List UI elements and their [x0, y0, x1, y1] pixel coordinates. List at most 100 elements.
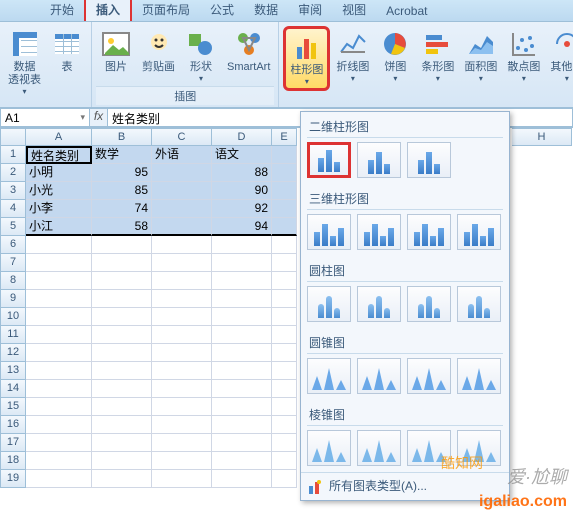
smartart-button[interactable]: SmartArt: [223, 26, 274, 76]
cell-C15[interactable]: [152, 398, 212, 416]
row-header-18[interactable]: 18: [0, 452, 26, 470]
cell-A1[interactable]: 姓名类别: [26, 146, 92, 164]
bar-chart-button[interactable]: 条形图▾: [417, 26, 458, 85]
cell-E4[interactable]: [272, 200, 297, 218]
chart-type-thumb[interactable]: [307, 430, 351, 466]
cell-C14[interactable]: [152, 380, 212, 398]
cell-A10[interactable]: [26, 308, 92, 326]
cell-D5[interactable]: 94: [212, 218, 272, 236]
chart-type-thumb[interactable]: [407, 286, 451, 322]
cell-E7[interactable]: [272, 254, 297, 272]
cell-E5[interactable]: [272, 218, 297, 236]
row-header-11[interactable]: 11: [0, 326, 26, 344]
chart-type-thumb[interactable]: [457, 358, 501, 394]
cell-E6[interactable]: [272, 236, 297, 254]
chevron-down-icon[interactable]: ▾: [80, 112, 85, 123]
cell-A17[interactable]: [26, 434, 92, 452]
all-chart-types-button[interactable]: 所有图表类型(A)...: [301, 472, 509, 498]
chart-type-thumb[interactable]: [407, 142, 451, 178]
column-header-D[interactable]: D: [212, 128, 272, 146]
cell-A14[interactable]: [26, 380, 92, 398]
cell-B18[interactable]: [92, 452, 152, 470]
cell-B6[interactable]: [92, 236, 152, 254]
cell-D8[interactable]: [212, 272, 272, 290]
cell-D1[interactable]: 语文: [212, 146, 272, 164]
cell-B19[interactable]: [92, 470, 152, 488]
cell-B11[interactable]: [92, 326, 152, 344]
cell-D15[interactable]: [212, 398, 272, 416]
cell-A16[interactable]: [26, 416, 92, 434]
cell-D16[interactable]: [212, 416, 272, 434]
cell-E19[interactable]: [272, 470, 297, 488]
row-header-2[interactable]: 2: [0, 164, 26, 182]
scatter-chart-button[interactable]: 散点图▾: [503, 26, 544, 85]
cell-C16[interactable]: [152, 416, 212, 434]
cell-B15[interactable]: [92, 398, 152, 416]
cell-C11[interactable]: [152, 326, 212, 344]
cell-E14[interactable]: [272, 380, 297, 398]
cell-E16[interactable]: [272, 416, 297, 434]
cell-D6[interactable]: [212, 236, 272, 254]
cell-A19[interactable]: [26, 470, 92, 488]
tab-开始[interactable]: 开始: [40, 0, 84, 21]
cell-E11[interactable]: [272, 326, 297, 344]
fx-icon[interactable]: fx: [90, 108, 108, 127]
tab-公式[interactable]: 公式: [200, 0, 244, 21]
row-header-10[interactable]: 10: [0, 308, 26, 326]
cell-A18[interactable]: [26, 452, 92, 470]
cell-C4[interactable]: [152, 200, 212, 218]
name-box[interactable]: A1 ▾: [0, 108, 90, 127]
row-header-1[interactable]: 1: [0, 146, 26, 164]
cell-C19[interactable]: [152, 470, 212, 488]
cell-B12[interactable]: [92, 344, 152, 362]
cell-D14[interactable]: [212, 380, 272, 398]
cell-A9[interactable]: [26, 290, 92, 308]
row-header-3[interactable]: 3: [0, 182, 26, 200]
cell-D11[interactable]: [212, 326, 272, 344]
cell-B9[interactable]: [92, 290, 152, 308]
cell-C12[interactable]: [152, 344, 212, 362]
chart-type-thumb[interactable]: [407, 358, 451, 394]
cell-C18[interactable]: [152, 452, 212, 470]
tab-数据[interactable]: 数据: [244, 0, 288, 21]
cell-E12[interactable]: [272, 344, 297, 362]
chart-type-thumb[interactable]: [307, 286, 351, 322]
chart-type-thumb[interactable]: [357, 358, 401, 394]
cell-C5[interactable]: [152, 218, 212, 236]
cell-B8[interactable]: [92, 272, 152, 290]
tab-Acrobat[interactable]: Acrobat: [376, 1, 437, 21]
cell-C13[interactable]: [152, 362, 212, 380]
cell-B4[interactable]: 74: [92, 200, 152, 218]
cell-A6[interactable]: [26, 236, 92, 254]
picture-button[interactable]: 图片: [96, 26, 136, 76]
column-header-E[interactable]: E: [272, 128, 297, 146]
cell-B2[interactable]: 95: [92, 164, 152, 182]
cell-B3[interactable]: 85: [92, 182, 152, 200]
row-header-14[interactable]: 14: [0, 380, 26, 398]
cell-A2[interactable]: 小明: [26, 164, 92, 182]
row-header-4[interactable]: 4: [0, 200, 26, 218]
cell-B13[interactable]: [92, 362, 152, 380]
cell-E3[interactable]: [272, 182, 297, 200]
tab-页面布局[interactable]: 页面布局: [132, 0, 200, 21]
column-header-C[interactable]: C: [152, 128, 212, 146]
cell-E8[interactable]: [272, 272, 297, 290]
cell-A12[interactable]: [26, 344, 92, 362]
row-header-7[interactable]: 7: [0, 254, 26, 272]
cell-D3[interactable]: 90: [212, 182, 272, 200]
other-chart-button[interactable]: 其他图▾: [546, 26, 573, 85]
cell-C3[interactable]: [152, 182, 212, 200]
cell-D12[interactable]: [212, 344, 272, 362]
cell-E9[interactable]: [272, 290, 297, 308]
cell-B16[interactable]: [92, 416, 152, 434]
cell-A11[interactable]: [26, 326, 92, 344]
cell-D4[interactable]: 92: [212, 200, 272, 218]
cell-E2[interactable]: [272, 164, 297, 182]
cell-E1[interactable]: [272, 146, 297, 164]
clipart-button[interactable]: 剪贴画: [138, 26, 179, 76]
cell-C8[interactable]: [152, 272, 212, 290]
cell-D19[interactable]: [212, 470, 272, 488]
chart-type-thumb[interactable]: [357, 286, 401, 322]
cell-B1[interactable]: 数学: [92, 146, 152, 164]
chart-type-thumb[interactable]: [307, 358, 351, 394]
